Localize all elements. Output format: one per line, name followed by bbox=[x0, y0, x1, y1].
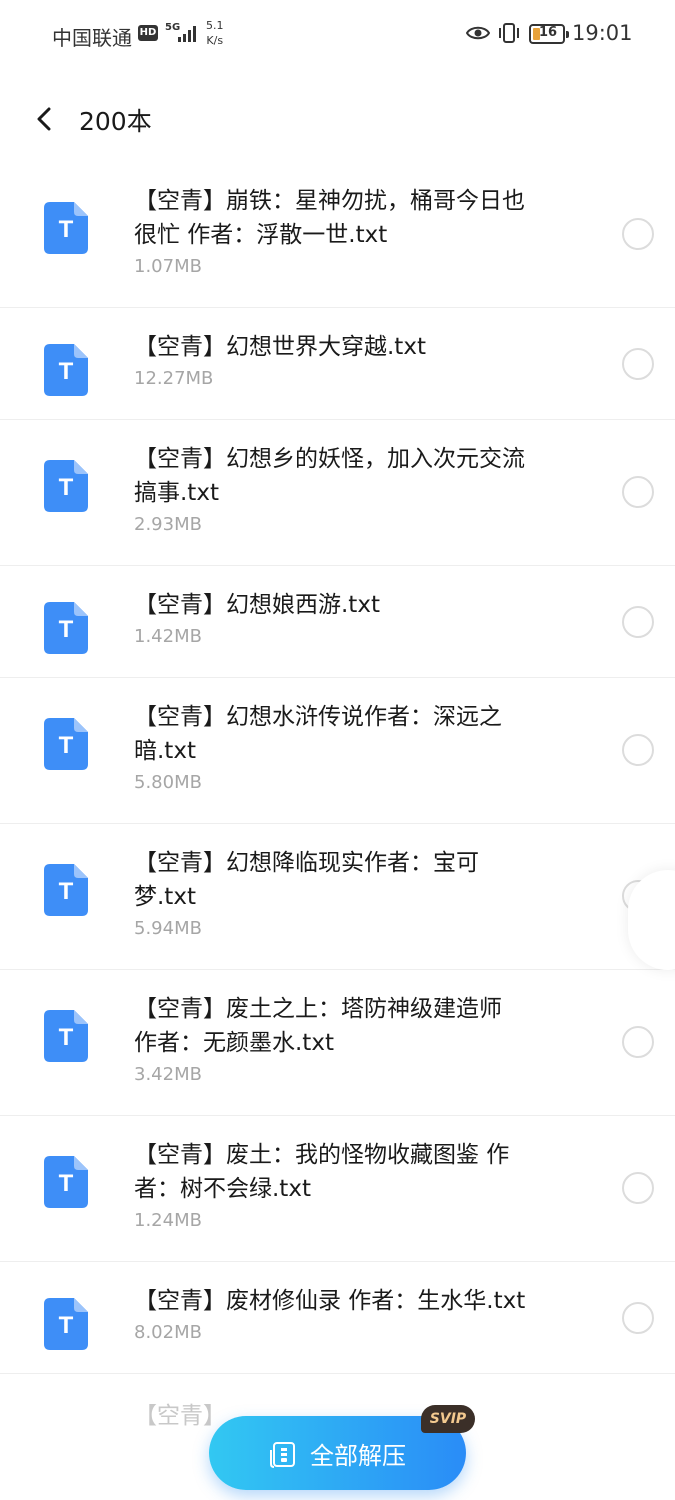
file-size: 5.94MB bbox=[134, 918, 202, 939]
file-name-line2: 梦.txt bbox=[134, 884, 196, 910]
svg-text:T: T bbox=[59, 878, 74, 905]
select-radio[interactable] bbox=[622, 1026, 654, 1058]
file-size: 8.02MB bbox=[134, 1322, 202, 1343]
list-item[interactable]: T 【空青】废土之上：塔防神级建造师 作者：无颜墨水.txt 3.42MB bbox=[0, 970, 675, 1116]
file-name-line1: 【空青】幻想娘西游.txt bbox=[134, 592, 380, 618]
file-name-line1: 【空青】废土：我的怪物收藏图鉴 作 bbox=[134, 1142, 510, 1168]
back-icon[interactable] bbox=[30, 104, 60, 134]
svg-text:T: T bbox=[59, 1170, 74, 1197]
txt-file-icon: T bbox=[44, 718, 88, 770]
file-text: 【空青】幻想乡的妖怪，加入次元交流 搞事.txt 2.93MB bbox=[134, 442, 594, 540]
list-item[interactable]: T 【空青】废材修仙录 作者：生水华.txt 8.02MB bbox=[0, 1262, 675, 1374]
file-name-line1: 【空青】废土之上：塔防神级建造师 bbox=[134, 996, 502, 1022]
file-text: 【空青】废土之上：塔防神级建造师 作者：无颜墨水.txt 3.42MB bbox=[134, 992, 594, 1090]
file-size: 1.42MB bbox=[134, 626, 202, 647]
svg-text:T: T bbox=[59, 1024, 74, 1051]
battery-icon: 16 bbox=[529, 24, 569, 44]
file-size: 1.07MB bbox=[134, 256, 202, 277]
header: 200本 bbox=[0, 90, 675, 150]
txt-file-icon: T bbox=[44, 460, 88, 512]
file-name-line2: 暗.txt bbox=[134, 738, 196, 764]
extract-icon bbox=[270, 1442, 295, 1468]
svg-text:T: T bbox=[59, 616, 74, 643]
file-list: T 【空青】崩铁：星神勿扰，桶哥今日也 很忙 作者：浮散一世.txt 1.07M… bbox=[0, 162, 675, 1374]
svip-badge: SVIP bbox=[421, 1405, 475, 1433]
carrier-name: 中国联通 bbox=[52, 26, 132, 50]
txt-file-icon: T bbox=[44, 1156, 88, 1208]
select-radio[interactable] bbox=[622, 1172, 654, 1204]
file-size: 1.24MB bbox=[134, 1210, 202, 1231]
txt-file-icon: T bbox=[44, 202, 88, 254]
list-item[interactable]: T 【空青】崩铁：星神勿扰，桶哥今日也 很忙 作者：浮散一世.txt 1.07M… bbox=[0, 162, 675, 308]
select-radio[interactable] bbox=[622, 218, 654, 250]
file-name-line2: 搞事.txt bbox=[134, 480, 219, 506]
file-text: 【空青】幻想水浒传说作者：深远之 暗.txt 5.80MB bbox=[134, 700, 594, 798]
eye-icon bbox=[466, 26, 490, 40]
file-text: 【空青】幻想世界大穿越.txt 12.27MB bbox=[134, 330, 594, 394]
file-size: 3.42MB bbox=[134, 1064, 202, 1085]
select-radio[interactable] bbox=[622, 606, 654, 638]
page-title: 200本 bbox=[79, 107, 152, 136]
list-item[interactable]: T 【空青】幻想降临现实作者：宝可 梦.txt 5.94MB bbox=[0, 824, 675, 970]
file-name-line2: 很忙 作者：浮散一世.txt bbox=[134, 222, 388, 248]
speed-value: 5.1 bbox=[206, 19, 224, 32]
svg-text:T: T bbox=[59, 216, 74, 243]
file-text: 【空青】幻想降临现实作者：宝可 梦.txt 5.94MB bbox=[134, 846, 594, 944]
file-name-line1: 【空青】崩铁：星神勿扰，桶哥今日也 bbox=[134, 188, 525, 214]
file-name-line1: 【空青】幻想世界大穿越.txt bbox=[134, 334, 426, 360]
hd-badge: HD bbox=[138, 25, 158, 41]
select-radio[interactable] bbox=[622, 1302, 654, 1334]
file-text: 【空青】废材修仙录 作者：生水华.txt 8.02MB bbox=[134, 1284, 594, 1348]
txt-file-icon: T bbox=[44, 1298, 88, 1350]
list-item[interactable]: T 【空青】幻想娘西游.txt 1.42MB bbox=[0, 566, 675, 678]
file-text: 【空青】崩铁：星神勿扰，桶哥今日也 很忙 作者：浮散一世.txt 1.07MB bbox=[134, 184, 594, 282]
extract-all-label: 全部解压 bbox=[310, 1442, 406, 1470]
battery-level: 16 bbox=[538, 25, 558, 40]
file-text: 【空青】废土：我的怪物收藏图鉴 作 者：树不会绿.txt 1.24MB bbox=[134, 1138, 594, 1236]
list-item[interactable]: T 【空青】幻想乡的妖怪，加入次元交流 搞事.txt 2.93MB bbox=[0, 420, 675, 566]
status-bar: 中国联通 HD 5G 5.1 K/s 16 19:01 bbox=[0, 0, 675, 70]
svg-text:T: T bbox=[59, 474, 74, 501]
svg-text:T: T bbox=[59, 732, 74, 759]
file-name-line2: 者：树不会绿.txt bbox=[134, 1176, 311, 1202]
file-name-line1: 【空青】幻想乡的妖怪，加入次元交流 bbox=[134, 446, 525, 472]
file-name-line1: 【空青】幻想水浒传说作者：深远之 bbox=[134, 704, 502, 730]
svg-text:T: T bbox=[59, 358, 74, 385]
file-text: 【空青】幻想娘西游.txt 1.42MB bbox=[134, 588, 594, 652]
file-name-line1: 【空青】幻想降临现实作者：宝可 bbox=[134, 850, 479, 876]
txt-file-icon: T bbox=[44, 344, 88, 396]
svg-text:T: T bbox=[59, 1312, 74, 1339]
file-name-line2: 作者：无颜墨水.txt bbox=[134, 1030, 334, 1056]
select-radio[interactable] bbox=[622, 348, 654, 380]
select-radio[interactable] bbox=[622, 476, 654, 508]
txt-file-icon: T bbox=[44, 602, 88, 654]
select-radio[interactable] bbox=[622, 734, 654, 766]
txt-file-icon: T bbox=[44, 864, 88, 916]
vibrate-icon bbox=[499, 23, 519, 43]
file-name-line1: 【空青】废材修仙录 作者：生水华.txt bbox=[134, 1288, 526, 1314]
file-size: 5.80MB bbox=[134, 772, 202, 793]
list-item[interactable]: T 【空青】幻想水浒传说作者：深远之 暗.txt 5.80MB bbox=[0, 678, 675, 824]
file-size: 2.93MB bbox=[134, 514, 202, 535]
txt-file-icon: T bbox=[44, 1010, 88, 1062]
network-speed: 5.1 K/s bbox=[206, 18, 224, 48]
speed-unit: K/s bbox=[206, 34, 224, 47]
file-size: 12.27MB bbox=[134, 368, 214, 389]
list-item[interactable]: T 【空青】废土：我的怪物收藏图鉴 作 者：树不会绿.txt 1.24MB bbox=[0, 1116, 675, 1262]
signal-icon bbox=[178, 26, 198, 42]
list-item[interactable]: T 【空青】幻想世界大穿越.txt 12.27MB bbox=[0, 308, 675, 420]
clock: 19:01 bbox=[572, 21, 633, 45]
